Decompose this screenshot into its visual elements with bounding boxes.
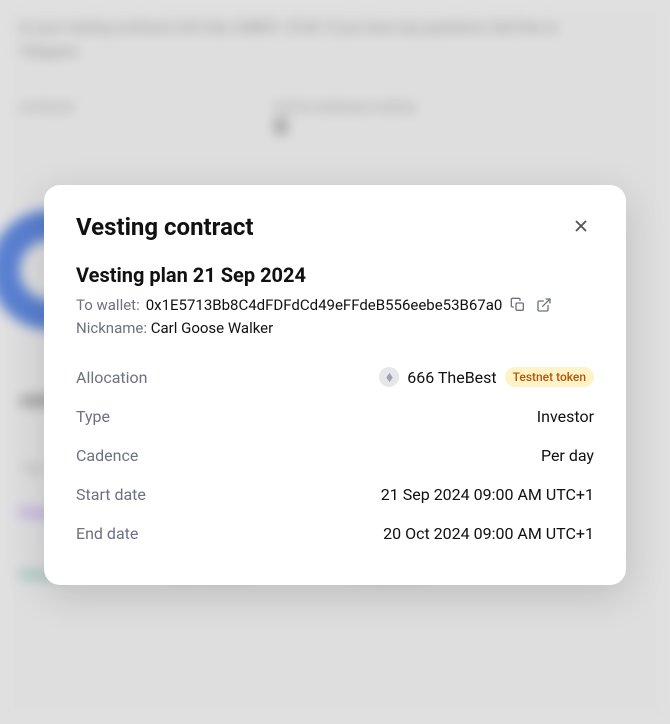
nickname-label: Nickname: [76, 319, 147, 337]
cadence-label: Cadence [76, 446, 138, 465]
external-link-button[interactable] [534, 295, 554, 315]
start-date-value: 21 Sep 2024 09:00 AM UTC+1 [381, 485, 594, 504]
external-link-icon [536, 297, 552, 313]
token-icon [379, 367, 399, 387]
cadence-row: Cadence Per day [76, 436, 594, 475]
end-date-row: End date 20 Oct 2024 09:00 AM UTC+1 [76, 514, 594, 553]
plan-title: Vesting plan 21 Sep 2024 [76, 263, 594, 287]
nickname-row: Nickname: Carl Goose Walker [76, 319, 594, 337]
testnet-badge: Testnet token [505, 367, 594, 387]
start-date-row: Start date 21 Sep 2024 09:00 AM UTC+1 [76, 475, 594, 514]
modal-title: Vesting contract [76, 213, 254, 241]
type-label: Type [76, 407, 110, 426]
end-date-label: End date [76, 524, 138, 543]
cadence-value: Per day [541, 446, 594, 465]
close-icon [572, 217, 590, 235]
modal-overlay[interactable]: Vesting contract Vesting plan 21 Sep 202… [0, 0, 670, 724]
close-button[interactable] [568, 213, 594, 239]
vesting-contract-modal: Vesting contract Vesting plan 21 Sep 202… [44, 185, 626, 585]
type-row: Type Investor [76, 397, 594, 436]
allocation-row: Allocation 666 TheBest Testnet token [76, 357, 594, 397]
type-value: Investor [537, 407, 594, 426]
allocation-value: 666 TheBest [407, 368, 496, 387]
to-wallet-label: To wallet: [76, 296, 140, 314]
to-wallet-address: 0x1E5713Bb8C4dFDFdCd49eFFdeB556eebe53B67… [146, 296, 503, 314]
copy-icon [510, 297, 526, 313]
end-date-value: 20 Oct 2024 09:00 AM UTC+1 [383, 524, 594, 543]
nickname-value: Carl Goose Walker [151, 319, 273, 337]
wallet-row: To wallet: 0x1E5713Bb8C4dFDFdCd49eFFdeB5… [76, 295, 594, 315]
copy-address-button[interactable] [508, 295, 528, 315]
start-date-label: Start date [76, 485, 146, 504]
allocation-label: Allocation [76, 368, 148, 387]
ethereum-icon [384, 372, 395, 383]
